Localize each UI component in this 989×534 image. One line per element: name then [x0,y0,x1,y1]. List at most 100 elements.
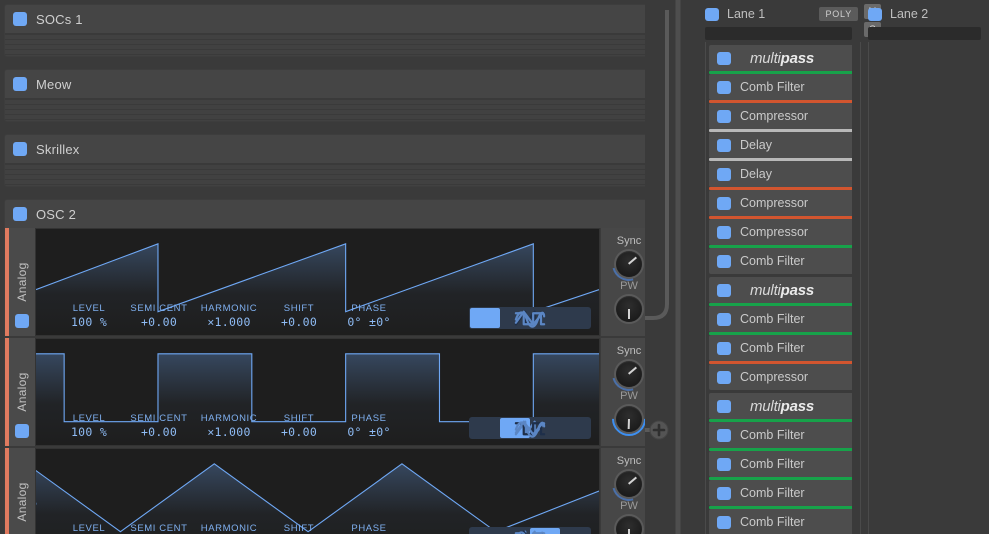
wave-button-sine[interactable] [514,308,590,328]
pw-knob[interactable] [604,394,654,444]
lane-enable-chip-icon[interactable] [705,7,719,21]
osc-module-header[interactable]: OSC 2 [5,200,686,228]
lane-enable-chip-icon[interactable] [868,7,882,21]
fx-accent-bar [709,187,852,190]
osc-row-enable-chip-icon[interactable] [15,424,29,438]
waveform-sine-icon [514,311,546,328]
osc-engine-label: Analog [15,262,29,302]
fx-enable-chip-icon[interactable] [717,254,731,268]
fx-enable-chip-icon[interactable] [717,312,731,326]
fx-slot[interactable]: multipass [709,393,852,419]
module-title: Meow [36,76,72,92]
fx-slot[interactable]: Delay [709,129,852,158]
fx-label: Delay [740,167,772,181]
fx-enable-chip-icon[interactable] [717,515,731,529]
fx-enable-chip-icon[interactable] [717,109,731,123]
module-enable-chip-icon[interactable] [13,142,27,156]
sync-knob[interactable] [605,240,653,288]
fx-slot[interactable]: Compressor [709,216,852,245]
waveform-selector[interactable] [469,417,591,439]
waveform-selector[interactable] [469,527,591,534]
fx-enable-chip-icon[interactable] [717,80,731,94]
osc-engine-tab[interactable]: Analog [9,338,35,446]
module-header[interactable]: SOCs 1 [5,5,686,33]
lane-meter [705,27,852,40]
osc-module-body: Analog LEVEL 100 % SEMI CENT +0.00 HARMO… [5,228,686,534]
sync-knob[interactable] [605,460,653,508]
osc-unison-panel[interactable]: Unison [657,448,686,534]
fx-accent-bar [709,448,852,451]
fx-enable-chip-icon[interactable] [717,167,731,181]
fx-label: Compressor [740,225,809,239]
fx-slot[interactable]: Comb Filter [709,448,852,477]
fx-slot[interactable]: Comb Filter [709,71,852,100]
fx-enable-chip-icon[interactable] [717,457,731,471]
lane-title-row: Lane 1 POLY [705,5,860,23]
unison-toggle-icon[interactable] [665,236,679,249]
osc-waveform-display[interactable]: LEVEL 100 % SEMI CENT +0.00 HARMONIC ×1.… [35,228,600,336]
fx-label: Comb Filter [740,515,805,529]
fx-slot[interactable]: Compressor [709,100,852,129]
fx-brand-label: multipass [750,397,815,415]
module-column-scrollbar[interactable] [686,6,693,336]
module-title: Skrillex [36,141,80,157]
fx-slot[interactable]: Compressor [709,187,852,216]
osc-row-enable-chip-icon[interactable] [15,314,29,328]
osc-engine-tab[interactable]: Analog [9,228,35,336]
fx-slot[interactable]: Comb Filter [709,419,852,448]
sync-knob[interactable] [605,350,653,398]
fx-slot[interactable]: Comb Filter [709,332,852,361]
fx-enable-chip-icon[interactable] [717,225,731,239]
fx-enable-chip-icon[interactable] [717,399,731,413]
fx-accent-bar [709,506,852,509]
osc-module-title: OSC 2 [36,206,77,222]
lane-divider [860,42,861,534]
osc-unison-panel[interactable]: Unison [657,338,686,446]
fx-slot[interactable]: Comb Filter [709,303,852,332]
osc-module-panel[interactable]: OSC 2 Analog LEVEL 100 % SEMI CENT +0.00… [4,199,687,534]
module-header[interactable]: Skrillex [5,135,686,163]
module-panel[interactable]: Meow [4,69,687,122]
fx-slot[interactable]: Comb Filter [709,477,852,506]
osc-sync-panel: Sync PW [600,228,657,336]
lane-effects-rack[interactable] [868,42,981,534]
pw-knob[interactable] [616,296,642,322]
osc-waveform-display[interactable]: LEVEL 100 % SEMI CENT +0.00 HARMONIC ×1.… [35,448,600,534]
unison-toggle-icon[interactable] [665,456,679,469]
fx-enable-chip-icon[interactable] [717,370,731,384]
module-panel[interactable]: SOCs 1 [4,4,687,57]
module-header[interactable]: Meow [5,70,686,98]
pw-knob[interactable] [616,516,642,534]
lane-effects-rack[interactable]: multipass Comb Filter Compressor Delay D… [705,42,852,534]
wave-button-sine[interactable] [517,528,590,534]
fx-enable-chip-icon[interactable] [717,341,731,355]
fx-enable-chip-icon[interactable] [717,486,731,500]
fx-slot[interactable]: Comb Filter [709,245,852,274]
fx-enable-chip-icon[interactable] [717,428,731,442]
osc-waveform-display[interactable]: LEVEL 100 % SEMI CENT +0.00 HARMONIC ×1.… [35,338,600,446]
module-enable-chip-icon[interactable] [13,12,27,26]
osc-engine-tab[interactable]: Analog [9,448,35,534]
fx-slot[interactable]: Delay [709,158,852,187]
fx-slot[interactable]: Compressor [709,361,852,390]
osc-unison-panel[interactable]: Unison [657,228,686,336]
fx-slot[interactable]: multipass [709,45,852,71]
unison-toggle-icon[interactable] [665,346,679,359]
fx-slot[interactable]: multipass [709,277,852,303]
fx-label: Comb Filter [740,457,805,471]
fx-enable-chip-icon[interactable] [717,51,731,65]
waveform-selector[interactable] [469,307,591,329]
lane-title-row: Lane 2 [868,5,989,23]
fx-brand-label: multipass [750,49,815,67]
fx-enable-chip-icon[interactable] [717,196,731,210]
wave-button-sine[interactable] [514,418,590,438]
lane-poly-button[interactable]: POLY [819,7,858,21]
module-enable-chip-icon[interactable] [13,77,27,91]
fx-slot[interactable]: Comb Filter [709,506,852,534]
fx-enable-chip-icon[interactable] [717,283,731,297]
osc-enable-chip-icon[interactable] [13,207,27,221]
module-panel[interactable]: Skrillex [4,134,687,187]
waveform-sine-icon [514,421,546,438]
fx-enable-chip-icon[interactable] [717,138,731,152]
fx-label: Delay [740,138,772,152]
